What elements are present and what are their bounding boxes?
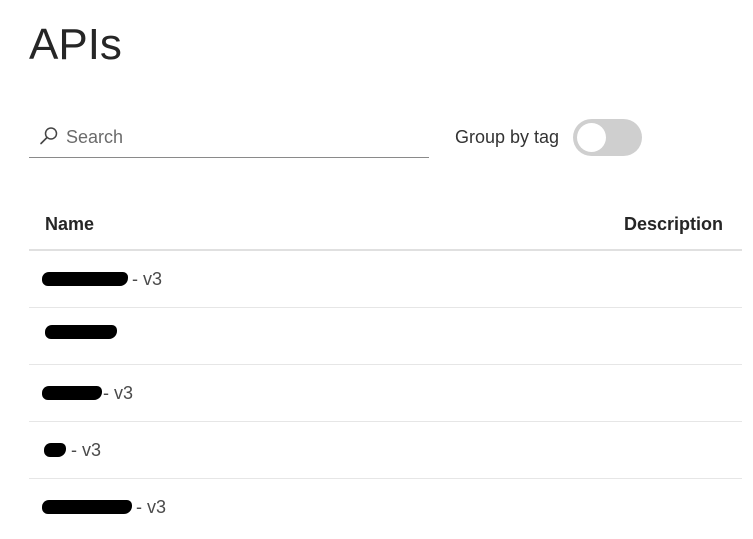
group-by-tag-label: Group by tag (455, 127, 560, 147)
search-input[interactable] (66, 124, 416, 150)
table-row[interactable]: - v3 (29, 251, 742, 308)
apis-table: Name Description - v3 - v3 - v3 - v3 (29, 194, 742, 536)
table-row[interactable]: - v3 (29, 479, 742, 536)
table-row[interactable]: - v3 (29, 365, 742, 422)
redacted-api-name (42, 500, 132, 514)
table-row[interactable]: - v3 (29, 422, 742, 479)
redacted-api-name (42, 272, 128, 286)
api-version: - v3 (132, 269, 163, 289)
redacted-api-name (45, 325, 117, 339)
column-header-description[interactable]: Description (624, 213, 723, 235)
api-name-cell[interactable] (42, 325, 121, 339)
table-row[interactable] (29, 308, 742, 365)
api-version: - v3 (71, 440, 102, 460)
table-header: Name Description (29, 194, 742, 251)
redacted-api-name (44, 443, 66, 457)
search-icon (39, 126, 59, 146)
toggle-knob (577, 123, 606, 152)
column-header-name[interactable]: Name (45, 213, 94, 235)
group-by-tag-toggle[interactable] (573, 119, 642, 156)
api-name-cell[interactable]: - v3 (42, 268, 162, 290)
redacted-api-name (42, 386, 102, 400)
search-box[interactable] (29, 118, 429, 158)
api-name-cell[interactable]: - v3 (42, 496, 166, 518)
api-version: - v3 (103, 383, 134, 403)
api-name-cell[interactable]: - v3 (42, 382, 133, 404)
page-title: APIs (29, 20, 122, 69)
api-name-cell[interactable]: - v3 (42, 439, 101, 461)
api-version: - v3 (136, 497, 167, 517)
